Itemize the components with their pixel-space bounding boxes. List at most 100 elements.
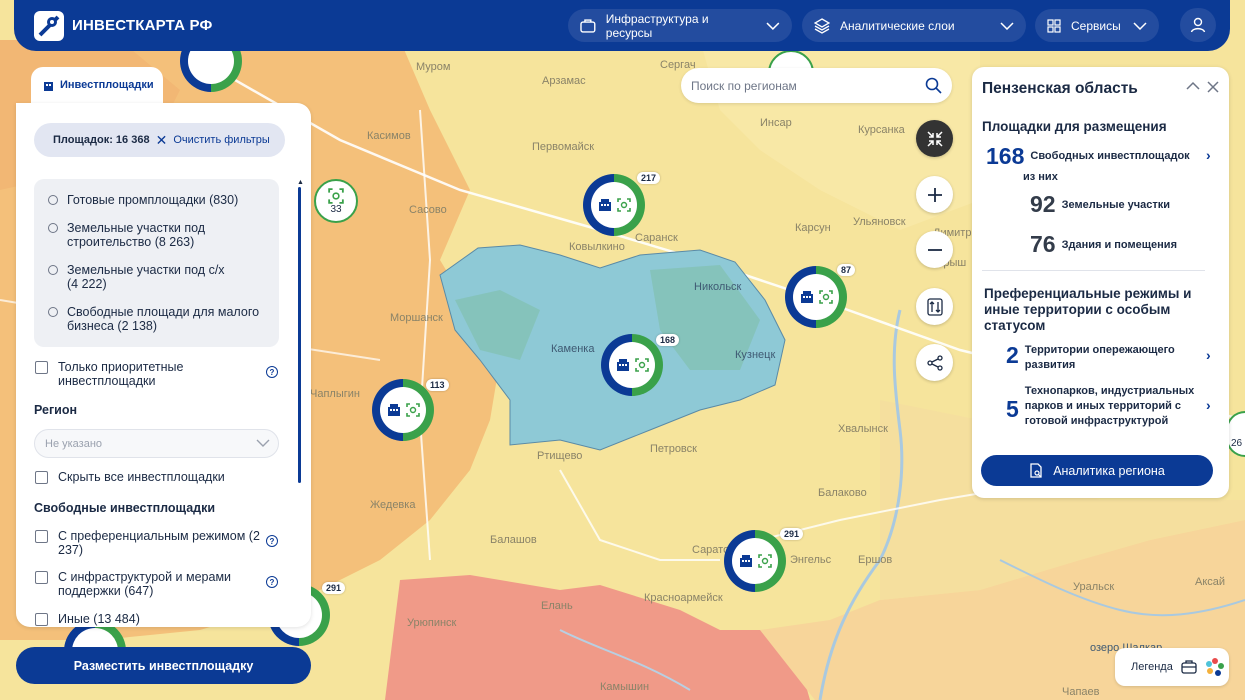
cluster-marker[interactable]: 291 <box>724 528 804 592</box>
clear-filters-link[interactable]: Очистить фильтры <box>173 134 270 146</box>
region-search[interactable]: Поиск по регионам <box>681 68 952 103</box>
cluster-count: 26 <box>1230 438 1243 449</box>
city-label: Ковылкино <box>569 241 625 253</box>
checkbox-other[interactable]: Иные (13 484) <box>35 612 140 626</box>
city-label: Ульяновск <box>853 216 906 228</box>
checkbox-priority-only[interactable]: Только приоритетные инвестплощадки <box>35 360 235 388</box>
zoom-in-button[interactable] <box>916 176 953 213</box>
checkbox-hide-all[interactable]: Скрыть все инвестплощадки <box>35 470 225 484</box>
tor-count: 2 <box>1006 342 1019 368</box>
search-input[interactable]: Поиск по регионам <box>691 79 797 93</box>
building-icon <box>44 81 53 91</box>
radio-small-business[interactable]: Свободные площади для малого бизнеса (2 … <box>48 305 273 333</box>
filters-panel: Площадок: 16 368 ✕ Очистить фильтры Гото… <box>16 103 311 627</box>
free-sites-title: Свободные инвестплощадки <box>34 501 216 515</box>
cluster-count: 33 <box>330 203 342 215</box>
chevron-up-icon[interactable] <box>1186 81 1200 91</box>
analytics-button-label: Аналитика региона <box>1053 463 1165 478</box>
city-label: Касимов <box>367 130 411 142</box>
collapse-view-button[interactable] <box>916 120 953 157</box>
cluster-count: 291 <box>322 582 346 594</box>
city-label: Муром <box>416 61 450 73</box>
city-label: Жедевка <box>370 499 416 511</box>
layers-icon <box>814 17 830 34</box>
cluster-marker[interactable]: 87 <box>785 264 856 328</box>
city-label: Кузнецк <box>735 349 775 361</box>
radio-icon <box>48 265 58 275</box>
nav-label: Аналитические слои <box>840 18 955 33</box>
cluster-count: 113 <box>426 379 449 391</box>
cluster-marker[interactable]: 113 <box>372 379 449 441</box>
help-icon[interactable]: ? <box>266 535 278 547</box>
cluster-marker-selected[interactable]: 168 <box>601 334 680 396</box>
region-analytics-button[interactable]: Аналитика региона <box>981 455 1213 486</box>
radio-ready-industrial[interactable]: Готовые промплощадки (830) <box>48 193 238 207</box>
help-icon[interactable]: ? <box>266 366 278 378</box>
checkbox-icon <box>35 571 48 584</box>
checkbox-label: Скрыть все инвестплощадки <box>58 470 225 484</box>
site-type-group: Готовые промплощадки (830) Земельные уча… <box>34 179 279 347</box>
region-select-value: Не указано <box>45 437 103 450</box>
chevron-right-icon[interactable]: › <box>1206 147 1211 163</box>
technoparks-label: Технопарков, индустриальных парков и ины… <box>1024 385 1195 427</box>
sites-count: Площадок: 16 368 <box>53 134 150 146</box>
help-icon[interactable]: ? <box>266 576 278 588</box>
sites-count-pill: Площадок: 16 368 ✕ Очистить фильтры <box>34 123 285 157</box>
chevron-right-icon[interactable]: › <box>1206 397 1211 413</box>
checkbox-preferential[interactable]: С преференциальным режимом (2 237) <box>35 529 260 557</box>
share-button[interactable] <box>916 344 953 381</box>
tab-investment-sites[interactable]: Инвестплощадки <box>31 67 163 103</box>
radio-icon <box>48 223 58 233</box>
city-label: Камышин <box>600 681 649 693</box>
city-label: Урюпинск <box>407 617 457 629</box>
city-label: Курсанка <box>858 124 906 136</box>
chevron-right-icon[interactable]: › <box>1206 347 1211 363</box>
logo[interactable]: ИНВЕСТКАРТА РФ <box>34 10 213 41</box>
free-sites-row[interactable]: 168 Свободных инвестплощадок <box>986 143 1216 169</box>
scrollbar[interactable] <box>298 187 301 483</box>
checkbox-label: Только приоритетные инвестплощадки <box>58 360 184 388</box>
scroll-up-icon[interactable]: ▲ <box>297 179 304 186</box>
chevron-down-icon <box>1000 21 1014 30</box>
place-site-button[interactable]: Разместить инвестплощадку <box>16 647 311 684</box>
radio-label: Земельные участки под строительство (8 2… <box>67 221 206 249</box>
buildings-count: 76 <box>1030 231 1056 257</box>
legend-button[interactable]: Легенда <box>1115 648 1229 686</box>
city-label: Чапаев <box>1062 686 1100 698</box>
chevron-down-icon <box>766 22 780 30</box>
tab-label: Инвестплощадки <box>60 79 154 91</box>
city-label: Арзамас <box>542 75 586 87</box>
close-icon[interactable]: ✕ <box>156 132 168 149</box>
briefcase-icon <box>1181 660 1197 674</box>
free-sites-label: Свободных инвестплощадок <box>1030 150 1190 162</box>
share-icon <box>926 354 943 371</box>
tor-row[interactable]: 2 Территории опережающего развития <box>1006 342 1206 373</box>
nav-analytics-layers[interactable]: Аналитические слои <box>802 9 1026 42</box>
city-label: Энгельс <box>790 554 832 566</box>
compare-button[interactable] <box>916 288 953 325</box>
cluster-marker[interactable]: 217 <box>583 172 661 236</box>
plus-icon <box>927 187 942 202</box>
search-icon[interactable] <box>925 77 942 94</box>
building-icon <box>598 199 611 211</box>
scan-icon <box>328 187 344 204</box>
checkbox-icon <box>35 471 48 484</box>
scan-icon <box>616 198 631 212</box>
region-select[interactable]: Не указано <box>34 429 279 458</box>
user-button[interactable] <box>1180 8 1216 42</box>
minus-icon <box>927 248 942 251</box>
checkbox-infrastructure[interactable]: С инфраструктурой и мерами поддержки (64… <box>35 570 250 598</box>
scan-icon <box>757 554 772 568</box>
close-icon[interactable] <box>1207 81 1219 93</box>
nav-services[interactable]: Сервисы <box>1035 9 1159 42</box>
nav-label: Инфраструктура и ресурсы <box>605 11 709 40</box>
nav-infrastructure[interactable]: Инфраструктура и ресурсы <box>568 9 792 42</box>
city-label: Каменка <box>551 343 595 355</box>
radio-icon <box>48 307 58 317</box>
zoom-out-button[interactable] <box>916 231 953 268</box>
small-cluster-marker[interactable]: 33 <box>314 179 358 223</box>
grid-icon <box>1047 18 1061 33</box>
technoparks-row[interactable]: 5 Технопарков, индустриальных парков и и… <box>1006 384 1206 429</box>
radio-agro-land[interactable]: Земельные участки под с/х (4 222) <box>48 263 248 291</box>
radio-construction-land[interactable]: Земельные участки под строительство (8 2… <box>48 221 228 249</box>
